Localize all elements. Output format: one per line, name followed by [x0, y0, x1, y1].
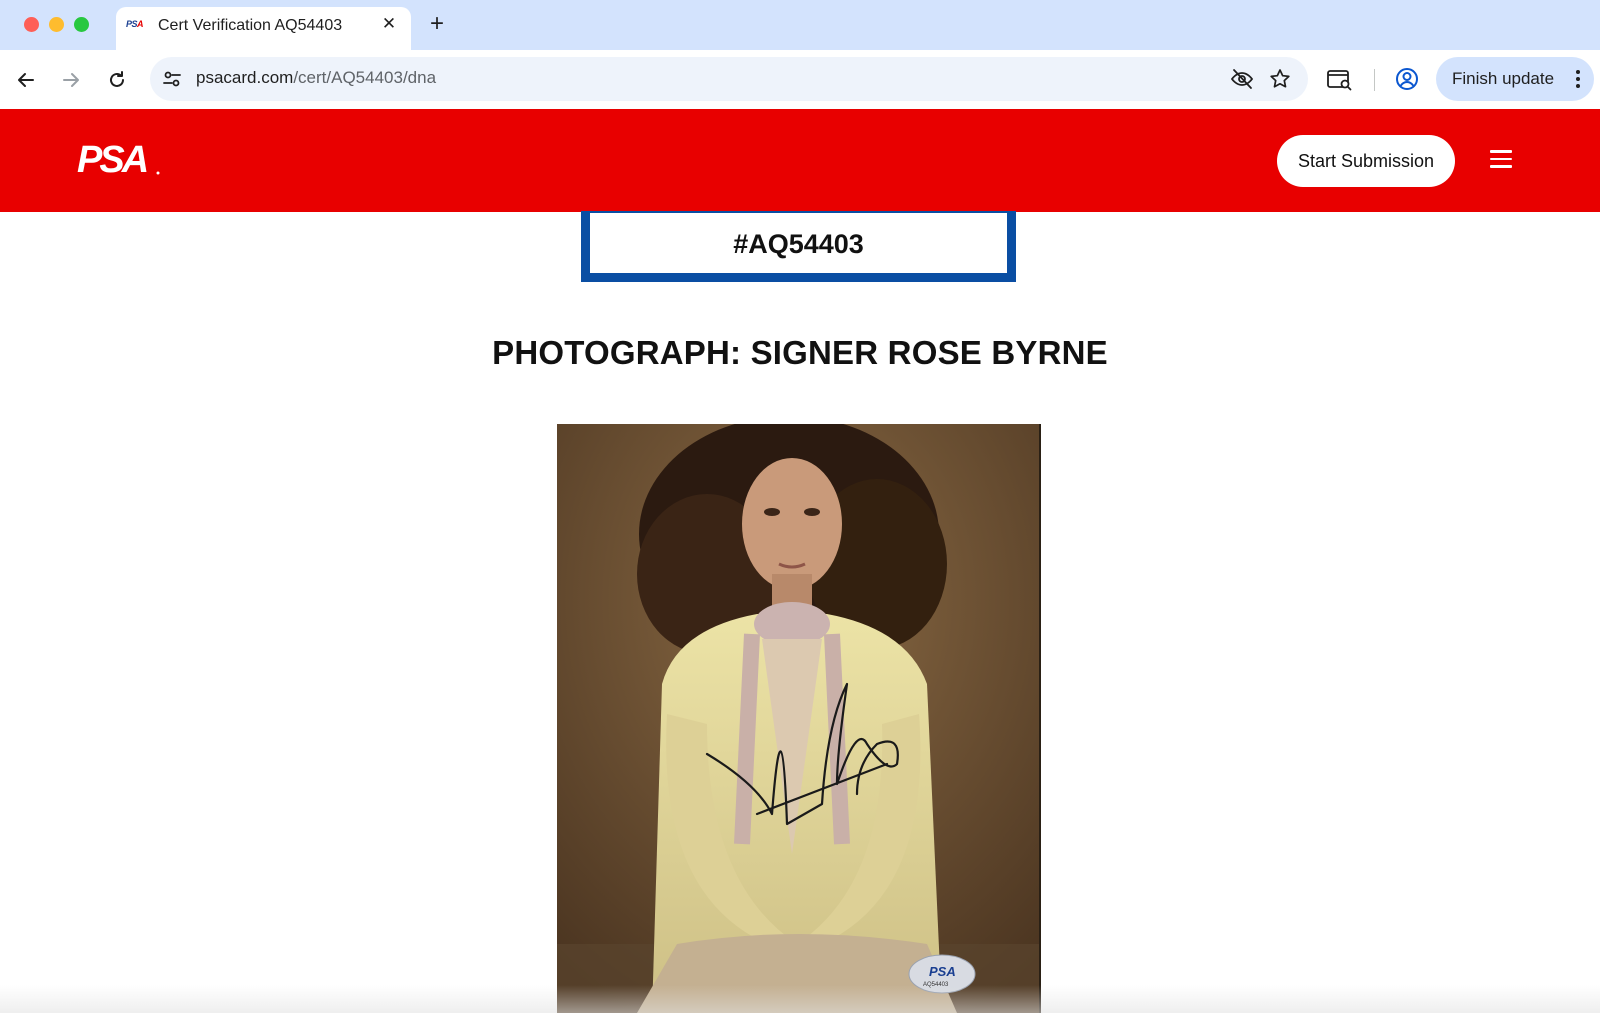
site-header: PSA Start Submission: [0, 109, 1600, 212]
forward-icon: [63, 73, 79, 87]
psa-favicon-icon: PSA: [126, 19, 144, 29]
menu-hamburger-icon[interactable]: [1490, 150, 1512, 168]
cert-number: #AQ54403: [733, 229, 864, 259]
eye-off-icon[interactable]: [1230, 67, 1254, 91]
finish-update-label: Finish update: [1452, 69, 1555, 88]
window-minimize-button[interactable]: [49, 17, 64, 32]
back-icon: [18, 73, 34, 87]
profile-icon[interactable]: [1393, 65, 1421, 93]
more-vert-icon: [1576, 70, 1580, 88]
reload-icon: [110, 71, 124, 87]
psa-logo[interactable]: PSA: [77, 139, 161, 179]
svg-text:PSA: PSA: [77, 139, 147, 179]
autographed-photo: PSA AQ54403: [557, 424, 1041, 1013]
item-title: PHOTOGRAPH: SIGNER ROSE BYRNE: [492, 334, 1108, 371]
psa-sticker-cert: AQ54403: [923, 982, 949, 988]
side-panel-icon[interactable]: [1325, 65, 1353, 93]
url-text: psacard.com/cert/AQ54403/dna: [196, 68, 437, 87]
browser-tab-active[interactable]: PSA Cert Verification AQ54403 ✕: [116, 7, 411, 50]
address-bar[interactable]: psacard.com/cert/AQ54403/dna: [150, 57, 1308, 101]
browser-toolbar: psacard.com/cert/AQ54403/dna Finish upda…: [0, 50, 1600, 109]
window-close-button[interactable]: [24, 17, 39, 32]
browser-tab-strip: PSA Cert Verification AQ54403 ✕ +: [0, 0, 1600, 50]
back-button[interactable]: [11, 65, 41, 95]
new-tab-button[interactable]: +: [424, 11, 450, 37]
forward-button[interactable]: [56, 65, 86, 95]
toolbar-separator: [1374, 69, 1375, 91]
star-icon[interactable]: [1268, 67, 1292, 91]
tab-title: Cert Verification AQ54403: [158, 17, 343, 34]
finish-update-button[interactable]: Finish update: [1436, 57, 1594, 101]
tab-close-icon[interactable]: ✕: [379, 14, 399, 34]
site-info-icon[interactable]: [160, 67, 184, 91]
window-maximize-button[interactable]: [74, 17, 89, 32]
reload-button[interactable]: [102, 65, 132, 95]
psa-sticker-brand: PSA: [929, 964, 956, 979]
cert-number-box: #AQ54403: [581, 211, 1016, 282]
start-submission-button[interactable]: Start Submission: [1277, 135, 1455, 187]
